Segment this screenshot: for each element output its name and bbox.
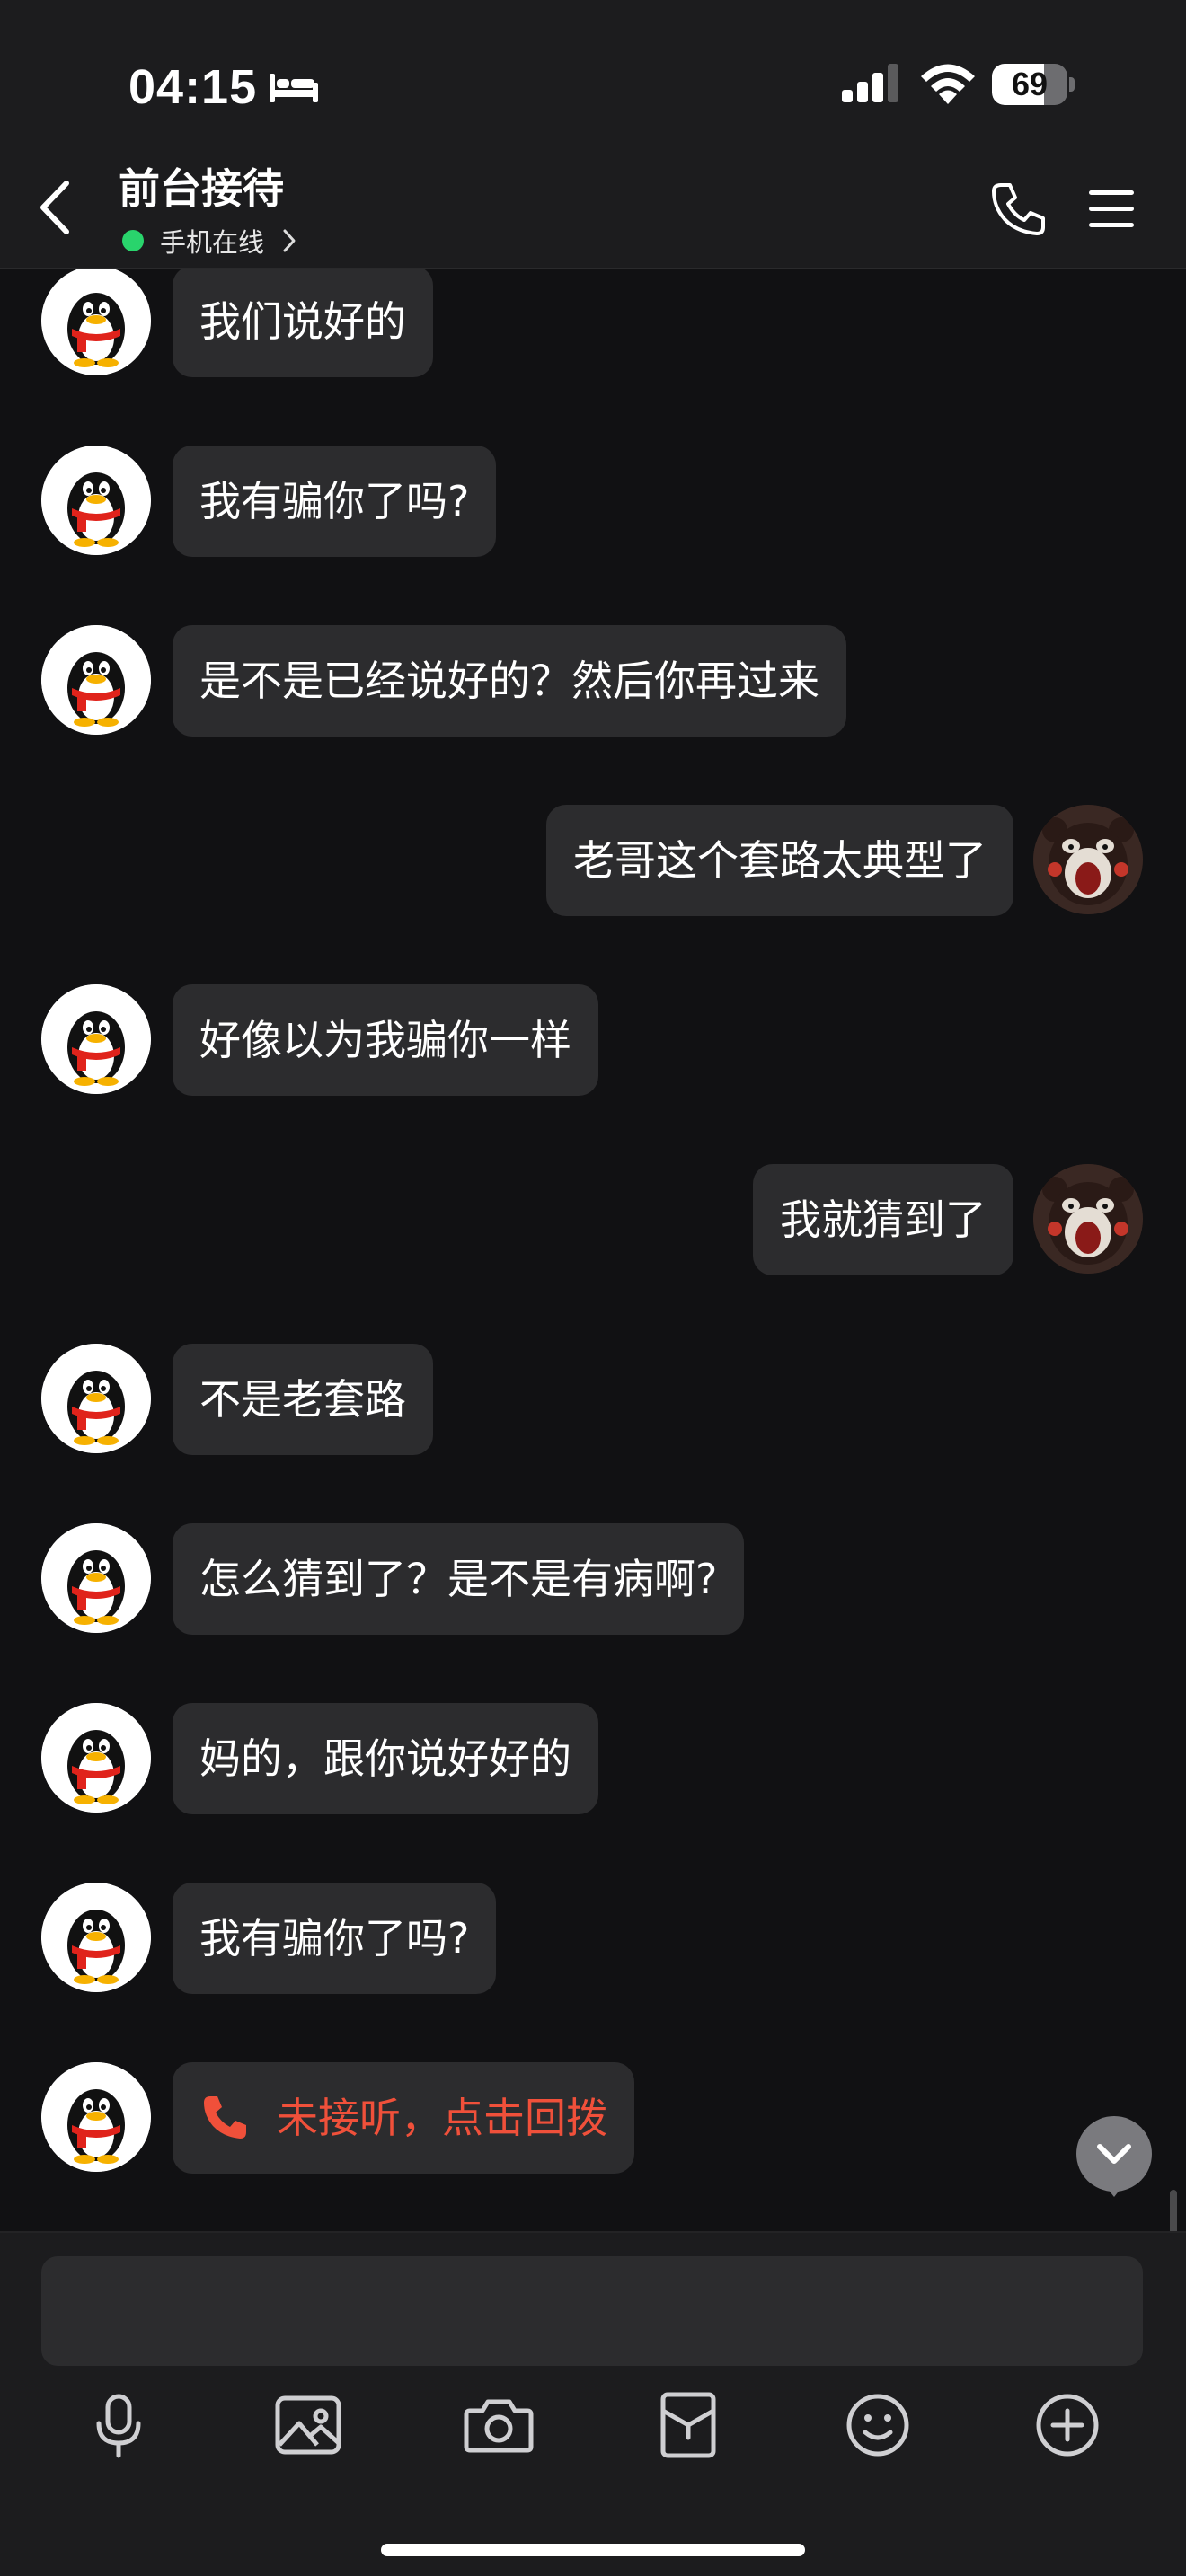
- my-avatar[interactable]: [1033, 1164, 1143, 1274]
- message-bubble[interactable]: 妈的，跟你说好好的: [173, 1703, 598, 1814]
- battery-percent: 69: [1011, 66, 1049, 102]
- outgoing-message: 我就猜到了: [0, 1164, 1186, 1275]
- input-panel: [0, 2231, 1186, 2576]
- contact-avatar[interactable]: [41, 2062, 151, 2172]
- camera-icon[interactable]: [461, 2387, 536, 2463]
- message-text: 怎么猜到了？是不是有病啊?: [199, 1555, 718, 1603]
- incoming-message: 妈的，跟你说好好的: [0, 1703, 1186, 1814]
- my-avatar[interactable]: [1033, 805, 1143, 914]
- phone-call-button[interactable]: [988, 180, 1048, 239]
- message-text: 老哥这个套路太典型了: [573, 836, 987, 885]
- message-text: 好像以为我骗你一样: [199, 1016, 571, 1064]
- message-text: 我有骗你了吗?: [199, 477, 470, 525]
- message-text: 我就猜到了: [780, 1195, 987, 1244]
- outgoing-message: 老哥这个套路太典型了: [0, 805, 1186, 916]
- message-text: 妈的，跟你说好好的: [199, 1734, 571, 1783]
- message-text: 是不是已经说好的？然后你再过来: [199, 657, 819, 705]
- message-bubble[interactable]: 怎么猜到了？是不是有病啊?: [173, 1523, 745, 1635]
- microphone-icon[interactable]: [81, 2387, 156, 2463]
- message-text: 不是老套路: [199, 1375, 406, 1424]
- status-time: 04:15: [128, 60, 258, 114]
- incoming-message: 不是老套路: [0, 1344, 1186, 1455]
- image-icon[interactable]: [270, 2387, 346, 2463]
- message-bubble[interactable]: 老哥这个套路太典型了: [546, 805, 1013, 916]
- incoming-message: 是不是已经说好的？然后你再过来: [0, 625, 1186, 737]
- contact-avatar[interactable]: [41, 984, 151, 1094]
- chevron-down-icon: [1097, 2144, 1131, 2164]
- contact-avatar[interactable]: [41, 1703, 151, 1813]
- message-bubble[interactable]: 我有骗你了吗?: [173, 446, 497, 557]
- incoming-message: 我们说好的: [0, 269, 1186, 377]
- message-text: 未接听，点击回拨: [277, 2094, 607, 2142]
- incoming-message: 怎么猜到了？是不是有病啊?: [0, 1523, 1186, 1635]
- contact-avatar[interactable]: [41, 625, 151, 735]
- scrollbar[interactable]: [1170, 2190, 1177, 2231]
- message-bubble[interactable]: 我就猜到了: [753, 1164, 1013, 1275]
- message-list[interactable]: 我们说好的我有骗你了吗? 是不是已经说好的？然后你再过来老哥这个套路太典型了好像以…: [0, 269, 1186, 2231]
- cellular-signal-icon: [842, 64, 898, 102]
- incoming-message: 我有骗你了吗?: [0, 446, 1186, 557]
- message-bubble[interactable]: 是不是已经说好的？然后你再过来: [173, 625, 846, 737]
- red-packet-icon[interactable]: [651, 2387, 726, 2463]
- incoming-message: 好像以为我骗你一样: [0, 984, 1186, 1096]
- incoming-message: 我有骗你了吗?: [0, 1883, 1186, 1994]
- contact-avatar[interactable]: [41, 1344, 151, 1453]
- online-dot-icon: [122, 230, 144, 251]
- contact-avatar[interactable]: [41, 1883, 151, 1992]
- contact-avatar[interactable]: [41, 269, 151, 375]
- chat-header: 04:15 69 前台接待 手机在线: [0, 0, 1186, 269]
- plus-icon[interactable]: [1030, 2387, 1105, 2463]
- chevron-right-icon: [283, 229, 296, 252]
- incoming-message: 未接听，点击回拨: [0, 2062, 1186, 2174]
- scroll-button-tail: [1104, 2184, 1124, 2197]
- wifi-icon: [921, 64, 975, 104]
- online-status-text: 手机在线: [160, 227, 265, 258]
- scroll-to-bottom-button[interactable]: [1076, 2116, 1152, 2192]
- missed-call-bubble[interactable]: 未接听，点击回拨: [173, 2062, 634, 2174]
- message-bubble[interactable]: 我们说好的: [173, 269, 433, 377]
- message-bubble[interactable]: 我有骗你了吗?: [173, 1883, 497, 1994]
- message-bubble[interactable]: 好像以为我骗你一样: [173, 984, 598, 1096]
- online-status[interactable]: 手机在线: [122, 225, 298, 258]
- sleep-focus-icon: [270, 74, 318, 102]
- message-text: 我们说好的: [199, 297, 406, 346]
- message-text: 我有骗你了吗?: [199, 1914, 470, 1963]
- battery-indicator: 69: [992, 64, 1075, 105]
- missed-call-icon: [204, 2095, 246, 2139]
- chat-title[interactable]: 前台接待: [119, 156, 284, 216]
- contact-avatar[interactable]: [41, 446, 151, 555]
- message-input[interactable]: [41, 2256, 1143, 2366]
- menu-icon[interactable]: [1087, 187, 1136, 232]
- contact-avatar[interactable]: [41, 1523, 151, 1633]
- back-button[interactable]: [32, 176, 81, 239]
- message-bubble[interactable]: 不是老套路: [173, 1344, 433, 1455]
- home-indicator[interactable]: [381, 2544, 805, 2556]
- emoji-icon[interactable]: [840, 2387, 916, 2463]
